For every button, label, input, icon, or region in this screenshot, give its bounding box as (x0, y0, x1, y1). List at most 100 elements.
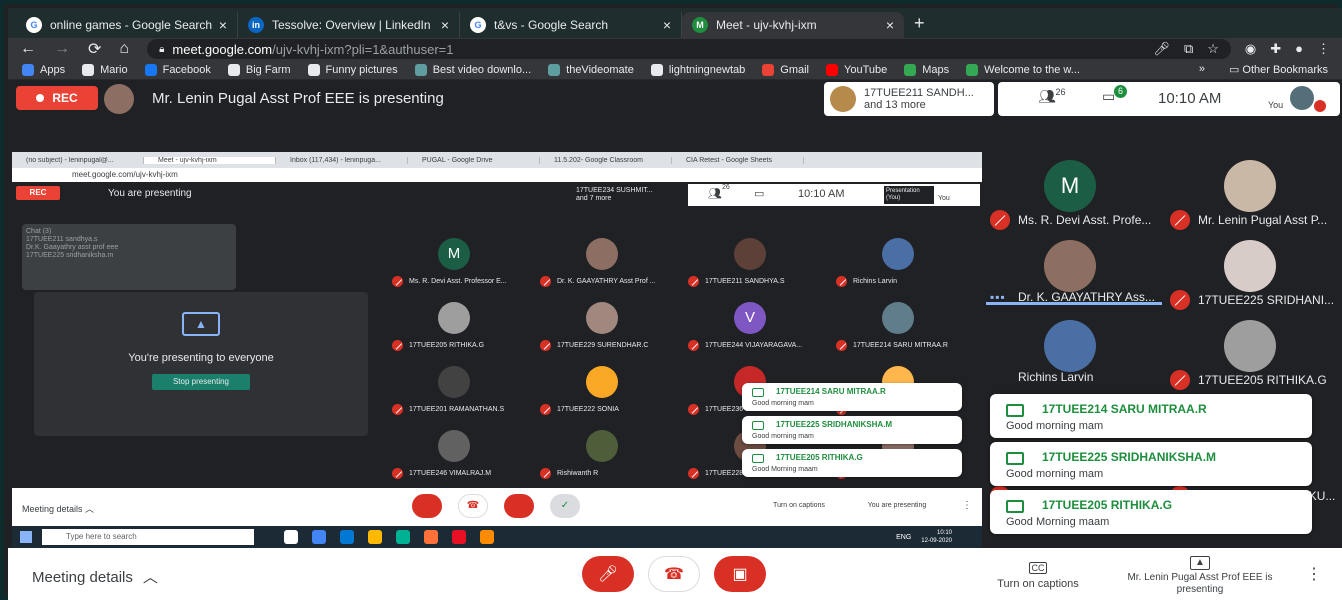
meeting-clock: 10:10 AM (1158, 90, 1222, 107)
star-icon[interactable]: ☆ (1207, 41, 1219, 57)
bookmark-label: Apps (40, 63, 66, 76)
chat-message-icon (752, 421, 764, 430)
participant-tile[interactable]: Mr. Lenin Pugal Asst P... (1164, 152, 1342, 232)
bookmark-item[interactable]: Apps (22, 63, 66, 76)
bookmark-item[interactable]: YouTube (826, 63, 887, 76)
participant-chip[interactable]: 17TUEE211 SANDH... and 13 more (824, 82, 994, 116)
back-icon[interactable]: ← (20, 40, 36, 58)
profile-avatar-icon[interactable]: ● (1295, 41, 1303, 57)
bookmark-item[interactable]: lightningnewtab (650, 63, 745, 76)
forward-icon[interactable]: → (54, 40, 70, 58)
bookmark-label: Mario (100, 63, 128, 76)
participant-tile[interactable]: 17TUEE225 SRIDHANI... (1164, 232, 1342, 312)
participant-tile[interactable]: Richins Larvin (984, 312, 1164, 392)
browser-tab[interactable]: Gonline games - Google Search × (16, 12, 238, 38)
inner-participant-tile: V 17TUEE244 VIJAYARAGAVA... (688, 298, 836, 360)
hangup-button[interactable]: ☎︎ (648, 556, 700, 592)
explorer-icon (368, 530, 382, 544)
bookmark-item[interactable]: Mario (82, 63, 128, 76)
participant-tile[interactable]: M Ms. R. Devi Asst. Profe... (984, 152, 1164, 232)
presenter-button[interactable]: ▲ Mr. Lenin Pugal Asst Prof EEE is prese… (1114, 556, 1286, 596)
tab-title: t&vs - Google Search (494, 18, 609, 32)
participant-name: Rishiwanth R (557, 470, 599, 477)
you-label: You (1268, 100, 1284, 110)
taskbar-clock: 10:10 12-09-2020 (921, 529, 952, 545)
inner-chat-toast: 17TUEE225 SRIDHANIKSHA.M Good morning mam (742, 416, 962, 444)
more-options-icon[interactable]: ⋮ (1306, 564, 1322, 584)
address-bar[interactable]: 🔒︎ meet.google.com /ujv-kvhj-ixm?pli=1&a… (147, 39, 1231, 59)
presenting-text: Mr. Lenin Pugal Asst Prof EEE is present… (152, 90, 444, 107)
participant-avatar (438, 430, 470, 462)
taskbar-date: 12-09-2020 (921, 538, 952, 544)
bookmarks-more-button[interactable]: » (1199, 63, 1205, 76)
captions-icon: CC (1029, 562, 1047, 574)
captions-button[interactable]: CC Turn on captions (984, 562, 1092, 590)
bookmark-label: Big Farm (245, 63, 291, 76)
translate-icon[interactable]: ⧉ (1184, 41, 1193, 57)
participant-name-row: 17TUEE225 SRIDHANI... (1170, 290, 1342, 310)
meeting-details-button[interactable]: Meeting details ︿ (32, 566, 158, 587)
close-icon[interactable]: × (219, 17, 227, 33)
mic-off-button[interactable]: 🎤︎ (582, 556, 634, 592)
participant-name: 17TUEE222 SONIA (557, 406, 619, 413)
bookmark-item[interactable]: Facebook (144, 63, 211, 76)
bookmark-item[interactable]: Maps (904, 63, 949, 76)
people-count: 26 (1055, 87, 1066, 97)
close-icon[interactable]: × (886, 17, 894, 33)
participant-avatar (882, 302, 914, 334)
close-icon[interactable]: × (663, 17, 671, 33)
mic-icon[interactable]: 🎤︎ (1153, 41, 1170, 57)
browser-tab[interactable]: M Meet - ujv-kvhj-ixm × (682, 12, 904, 38)
participant-grid: M Ms. R. Devi Asst. Profe... Mr. Lenin Pug… (984, 152, 1342, 548)
linkedin-icon: in (248, 17, 264, 33)
toast-sender: 17TUEE225 SRIDHANIKSHA.M (1042, 450, 1217, 464)
chat-toast[interactable]: 17TUEE205 RITHIKA.G Good Morning maam (990, 490, 1312, 534)
bookmark-item[interactable]: Best video downlo... (414, 63, 531, 76)
stop-presenting-button[interactable]: Stop presenting (152, 374, 250, 390)
store-icon (452, 530, 466, 544)
windows-taskbar: Type here to search ENG 10:10 12-09-2020 (12, 526, 982, 548)
self-avatar[interactable] (1290, 86, 1314, 110)
bookmark-favicon-icon (414, 63, 427, 76)
participant-tile[interactable]: ▪▪▪ Dr. K. GAAYATHRY Ass... (984, 232, 1164, 312)
bookmark-item[interactable]: Welcome to the w... (966, 63, 1080, 76)
bookmark-item[interactable]: theVideomate (548, 63, 634, 76)
participant-avatar (1044, 320, 1096, 372)
participant-name: 17TUEE205 RITHIKA.G (1198, 373, 1327, 387)
browser-tab[interactable]: Gt&vs - Google Search × (460, 12, 682, 38)
camera-off-button[interactable]: ▣ (714, 556, 766, 592)
present-screen-icon: ▲ (182, 312, 220, 336)
bookmark-item[interactable]: Big Farm (227, 63, 291, 76)
inner-meeting-details[interactable]: Meeting details ︿ (22, 502, 94, 515)
inner-browser-tab: CIA Retest - Google Sheets (672, 156, 804, 164)
close-icon[interactable]: × (441, 17, 449, 33)
inner-hangup-icon: ☎︎ (458, 494, 488, 518)
reload-icon[interactable]: ⟳ (88, 39, 101, 59)
captions-label: Turn on captions (997, 578, 1079, 590)
bookmark-label: Welcome to the w... (984, 63, 1080, 76)
participant-name-row: Ms. R. Devi Asst. Profe... (990, 210, 1166, 230)
mic-off-icon (540, 340, 551, 351)
menu-dots-icon[interactable]: ⋮ (1317, 41, 1330, 57)
browser-tab[interactable]: in Tessolve: Overview | LinkedIn × (238, 12, 460, 38)
home-icon[interactable]: ⌂ (119, 40, 129, 58)
participant-name-row: Rishiwanth R (540, 468, 688, 479)
bookmark-item[interactable]: Gmail (762, 63, 809, 76)
participant-name-row: 17TUEE205 RITHIKA.G (392, 340, 540, 351)
google-icon: G (26, 17, 42, 33)
chat-toast[interactable]: 17TUEE214 SARU MITRAA.R Good morning mam (990, 394, 1312, 438)
other-bookmarks-folder[interactable]: ▭ Other Bookmarks (1229, 63, 1328, 76)
new-tab-icon[interactable]: + (914, 13, 925, 38)
url-path: /ujv-kvhj-ixm?pli=1&authuser=1 (272, 41, 454, 57)
taskbar-lang: ENG (896, 533, 912, 541)
participant-name: Ms. R. Devi Asst. Profe... (1018, 213, 1152, 227)
inner-participant-tile: 17TUEE246 VIMALRAJ.M (392, 426, 540, 488)
participant-chip-name: 17TUEE211 SANDH... (864, 87, 974, 99)
participant-tile[interactable]: 17TUEE205 RITHIKA.G (1164, 312, 1342, 392)
chat-toast[interactable]: 17TUEE225 SRIDHANIKSHA.M Good morning mam (990, 442, 1312, 486)
puzzle-icon[interactable]: ✚ (1270, 41, 1281, 57)
extension-icon[interactable]: ◉ (1245, 41, 1256, 57)
bookmark-item[interactable]: Funny pictures (307, 63, 398, 76)
inner-you-presenting: You are presenting (108, 188, 192, 199)
meet-icon: M (692, 17, 708, 33)
